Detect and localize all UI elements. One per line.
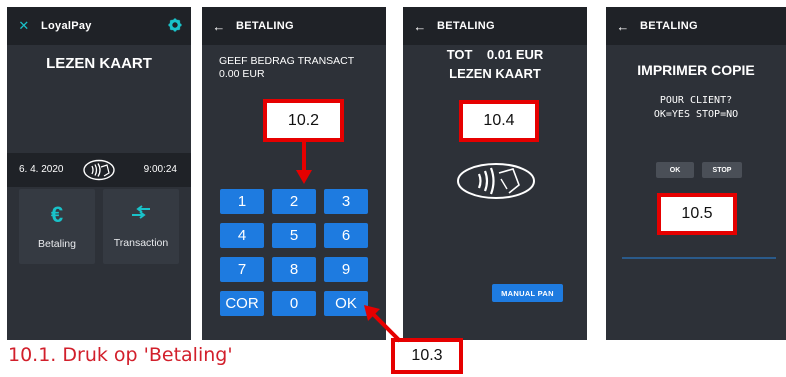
tile-transaction[interactable]: Transaction: [103, 189, 179, 264]
back-arrow-icon[interactable]: ←: [210, 19, 228, 34]
key-5[interactable]: 5: [272, 223, 316, 248]
ok-button[interactable]: OK: [656, 162, 694, 178]
print-topbar: ← BETALING: [606, 7, 786, 45]
callout-arrow-down: [296, 142, 312, 189]
amount-value: 0.00 EUR: [219, 68, 265, 80]
tile-transaction-label: Transaction: [113, 237, 169, 249]
gear-icon[interactable]: [168, 18, 182, 35]
key-6[interactable]: 6: [324, 223, 368, 248]
contactless-icon: [82, 159, 116, 186]
screen-title: BETALING: [640, 20, 698, 32]
card-read-screen: ← BETALING TOT 0.01 EUR LEZEN KAART MANU…: [403, 7, 587, 340]
callout-10-5: 10.5: [657, 193, 737, 235]
print-copy-screen: ← BETALING IMPRIMER COPIE POUR CLIENT? O…: [606, 7, 786, 340]
back-arrow-icon[interactable]: ←: [411, 19, 429, 34]
key-4[interactable]: 4: [220, 223, 264, 248]
status-strip: 6. 4. 2020 9:00:24: [7, 153, 191, 187]
key-1[interactable]: 1: [220, 189, 264, 214]
contactless-icon: [455, 161, 537, 206]
key-cor[interactable]: COR: [220, 291, 264, 316]
amount-entry-screen: ← BETALING GEEF BEDRAG TRANSACT 0.00 EUR…: [202, 7, 386, 340]
amount-prompt: GEEF BEDRAG TRANSACT: [219, 55, 355, 67]
callout-10-4: 10.4: [459, 100, 539, 142]
amount-topbar: ← BETALING: [202, 7, 386, 45]
euro-icon: €: [50, 201, 64, 227]
screen-title: BETALING: [236, 20, 294, 32]
key-0[interactable]: 0: [272, 291, 316, 316]
key-3[interactable]: 3: [324, 189, 368, 214]
app-title: LoyalPay: [41, 20, 92, 32]
read-card-heading: LEZEN KAART: [449, 66, 541, 81]
key-2[interactable]: 2: [272, 189, 316, 214]
close-icon[interactable]: ✕: [15, 18, 33, 34]
step-caption: 10.1. Druk op 'Betaling': [8, 344, 233, 366]
time-label: 9:00:24: [143, 164, 177, 175]
print-heading: IMPRIMER COPIE: [637, 62, 755, 78]
progress-bar: [622, 257, 776, 259]
stop-button[interactable]: STOP: [702, 162, 742, 178]
print-options: OK=YES STOP=NO: [653, 109, 739, 120]
date-label: 6. 4. 2020: [19, 164, 64, 175]
card-read-topbar: ← BETALING: [403, 7, 587, 45]
key-8[interactable]: 8: [272, 257, 316, 282]
arrows-icon: [130, 204, 152, 225]
screen-title: BETALING: [437, 20, 495, 32]
key-9[interactable]: 9: [324, 257, 368, 282]
total-amount: TOT 0.01 EUR: [446, 47, 544, 62]
manual-pan-button[interactable]: MANUAL PAN: [492, 284, 563, 302]
callout-arrow-diagonal: [362, 303, 402, 348]
callout-10-2: 10.2: [263, 99, 344, 142]
home-topbar: ✕ LoyalPay: [7, 7, 191, 45]
back-arrow-icon[interactable]: ←: [614, 19, 632, 34]
key-7[interactable]: 7: [220, 257, 264, 282]
tile-betaling[interactable]: € Betaling: [19, 189, 95, 264]
tile-betaling-label: Betaling: [38, 237, 76, 250]
print-question: POUR CLIENT?: [659, 95, 733, 106]
home-heading: LEZEN KAART: [46, 55, 152, 72]
home-screen: ✕ LoyalPay LEZEN KAART 6. 4. 2020 9:00:2…: [7, 7, 191, 340]
